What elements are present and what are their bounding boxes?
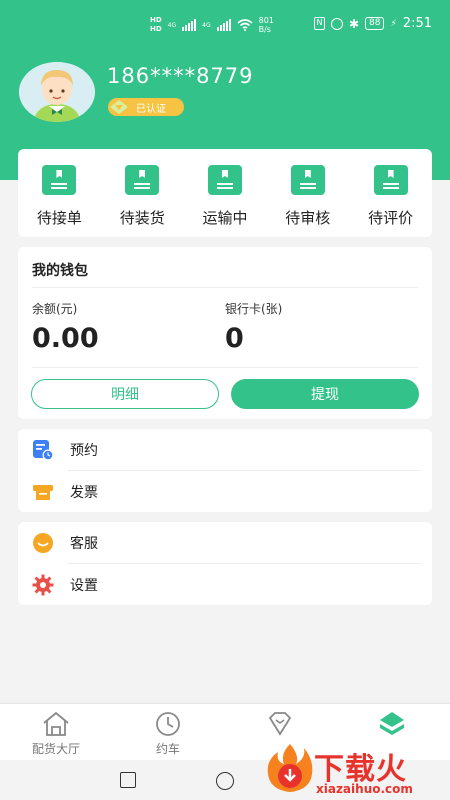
tab-book-truck[interactable]: 约车 — [112, 704, 224, 760]
status-bar: HD HD 4G 4G 801 B/s N ✱ 88 ⚡ 2:51 — [0, 12, 450, 42]
menu-group-2: 客服 设置 — [18, 522, 432, 605]
invoice-icon — [33, 484, 53, 500]
alarm-icon — [330, 17, 343, 30]
menu-label: 客服 — [70, 535, 98, 552]
hd2-label: HD — [150, 25, 162, 33]
nfc-icon: N — [313, 17, 325, 30]
customer-service-icon — [33, 532, 53, 553]
bank-card-label: 银行卡(张) — [225, 302, 283, 316]
order-in-transit[interactable]: 运输中 — [184, 149, 267, 237]
verified-badge: 已认证 — [108, 98, 184, 116]
recent-apps-button[interactable] — [120, 772, 136, 788]
net1-label: 4G — [167, 21, 177, 29]
profile-tab-icon — [380, 712, 404, 735]
order-label: 待审核 — [285, 209, 331, 227]
battery-level: 88 — [369, 18, 381, 28]
avatar[interactable] — [19, 62, 95, 122]
speed-unit: B/s — [258, 25, 271, 34]
withdraw-button[interactable]: 提现 — [231, 379, 419, 409]
watermark: 下载火 xiazaihuo.com — [262, 740, 448, 800]
clock-time: 2:51 — [402, 16, 432, 31]
status-right: N ✱ 88 ⚡ 2:51 — [313, 16, 432, 31]
balance-value: 0.00 — [32, 323, 99, 354]
bank-card-count: 0 — [225, 323, 244, 354]
diamond-badge-icon — [110, 100, 128, 114]
order-pending-review[interactable]: 待审核 — [266, 149, 349, 237]
hd1-label: HD — [150, 16, 162, 24]
wifi-icon — [237, 19, 253, 31]
tab-label: 配货大厅 — [31, 742, 80, 756]
menu-item-reservation[interactable]: 预约 — [18, 429, 432, 470]
order-pending-load[interactable]: 待装货 — [101, 149, 184, 237]
tab-label: 约车 — [155, 742, 180, 756]
menu-group-1: 预约 发票 — [18, 429, 432, 512]
phone-number: 186****8779 — [107, 64, 254, 88]
menu-item-customer-service[interactable]: 客服 — [18, 522, 432, 563]
order-status-card: 待接单 待装货 运输中 待审核 待评价 — [18, 149, 432, 237]
speed-value: 801 — [258, 16, 274, 25]
gear-icon — [32, 574, 54, 595]
signal-icon — [182, 19, 197, 31]
hd-indicator: HD HD — [150, 16, 162, 34]
menu-label: 预约 — [70, 442, 98, 459]
order-document-icon — [125, 165, 160, 195]
order-pending-rating[interactable]: 待评价 — [349, 149, 432, 237]
flame-logo-icon — [267, 744, 313, 792]
verified-label: 已认证 — [136, 103, 166, 115]
wallet-card: 我的钱包 余额(元) 0.00 银行卡(张) 0 明细 提现 — [18, 247, 432, 419]
clock-icon — [156, 712, 180, 736]
bluetooth-icon: ✱ — [348, 16, 360, 31]
tab-cargo-hall[interactable]: 配货大厅 — [0, 704, 112, 760]
order-label: 待装货 — [119, 209, 165, 227]
menu-label: 发票 — [70, 484, 98, 501]
order-pending-accept[interactable]: 待接单 — [18, 149, 101, 237]
home-button[interactable] — [216, 772, 234, 790]
divider — [32, 287, 418, 288]
divider — [32, 367, 418, 368]
battery-icon: 88 — [365, 17, 385, 30]
order-label: 待评价 — [368, 209, 414, 227]
balance-label: 余额(元) — [32, 302, 78, 316]
menu-item-invoice[interactable]: 发票 — [18, 471, 432, 512]
order-label: 待接单 — [36, 209, 82, 227]
order-document-icon — [373, 165, 408, 195]
calendar-icon — [33, 439, 54, 460]
order-document-icon — [42, 165, 77, 195]
charging-icon: ⚡ — [390, 18, 397, 29]
avatar-illustration — [19, 62, 95, 122]
order-document-icon — [290, 165, 325, 195]
menu-label: 设置 — [70, 577, 98, 594]
diamond-icon — [268, 712, 292, 736]
order-label: 运输中 — [202, 209, 248, 227]
signal-icon-2 — [216, 19, 231, 31]
home-icon — [43, 711, 69, 736]
net2-label: 4G — [202, 21, 211, 29]
network-speed: 801 B/s — [259, 16, 274, 34]
status-left: HD HD 4G 4G 801 B/s — [150, 16, 274, 34]
wallet-title: 我的钱包 — [32, 263, 88, 279]
menu-item-settings[interactable]: 设置 — [18, 564, 432, 605]
details-button[interactable]: 明细 — [31, 379, 219, 409]
watermark-url: xiazaihuo.com — [316, 782, 413, 796]
order-document-icon — [207, 165, 242, 195]
